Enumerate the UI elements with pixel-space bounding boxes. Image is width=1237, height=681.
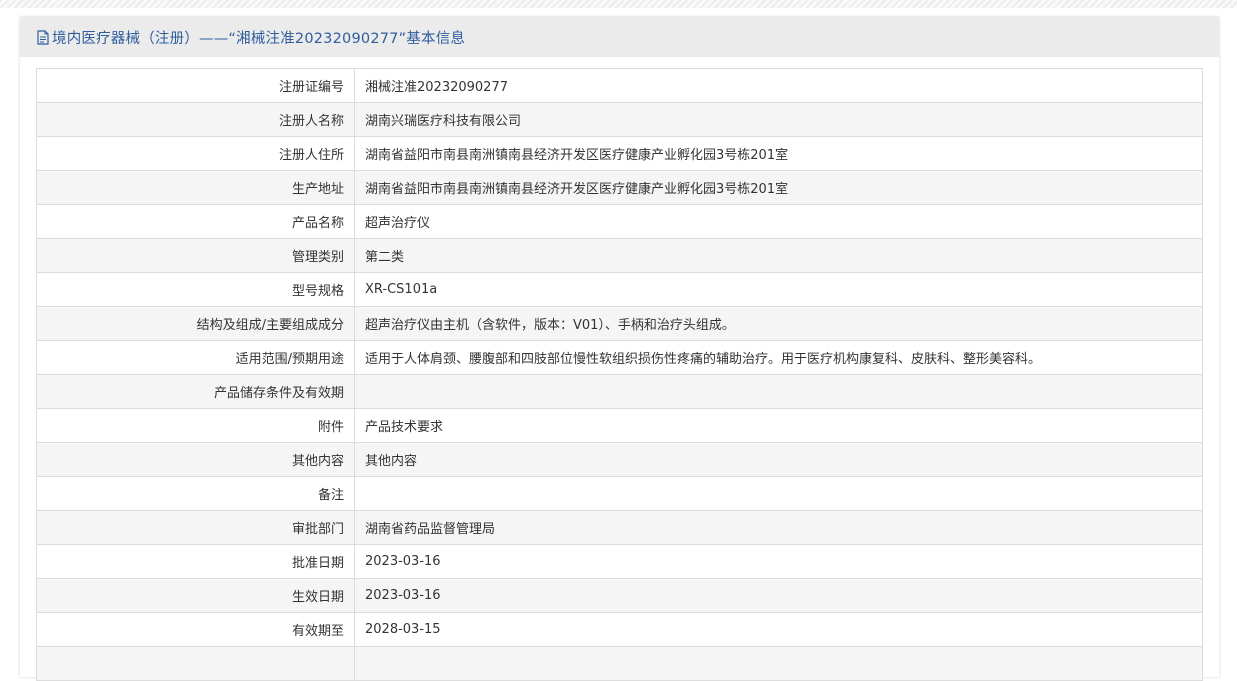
field-label: 生效日期 (36, 578, 355, 613)
table-row (36, 646, 1203, 681)
field-label: 型号规格 (36, 272, 355, 307)
field-label: 附件 (36, 408, 355, 443)
field-label: 适用范围/预期用途 (36, 340, 355, 375)
field-value: 第二类 (354, 238, 1203, 273)
table-row: 批准日期 2023-03-16 (36, 544, 1203, 579)
table-row: 审批部门 湖南省药品监督管理局 (36, 510, 1203, 545)
field-label: 生产地址 (36, 170, 355, 205)
field-value: 适用于人体肩颈、腰腹部和四肢部位慢性软组织损伤性疼痛的辅助治疗。用于医疗机构康复… (354, 340, 1203, 375)
field-value: 2023-03-16 (354, 578, 1203, 613)
page-title: 境内医疗器械（注册）——“湘械注准20232090277”基本信息 (52, 30, 466, 47)
info-panel: 境内医疗器械（注册）——“湘械注准20232090277”基本信息 注册证编号湘… (20, 17, 1219, 681)
table-row: 生效日期 2023-03-16 (36, 578, 1203, 613)
table-row: 注册人住所 湖南省益阳市南县南洲镇南县经济开发区医疗健康产业孵化园3号栋201室 (36, 136, 1203, 171)
field-label (36, 646, 355, 681)
field-label: 结构及组成/主要组成成分 (36, 306, 355, 341)
field-value: 2023-03-16 (354, 544, 1203, 579)
table-row: 产品名称 超声治疗仪 (36, 204, 1203, 239)
document-icon (37, 29, 49, 45)
table-row: 附件 产品技术要求 (36, 408, 1203, 443)
table-row: 注册证编号 湘械注准20232090277 (36, 68, 1203, 103)
field-label: 产品储存条件及有效期 (36, 374, 355, 409)
panel-header: 境内医疗器械（注册）——“湘械注准20232090277”基本信息 (20, 17, 1219, 57)
table-row: 其他内容 其他内容 (36, 442, 1203, 477)
field-value (354, 374, 1203, 409)
table-row: 结构及组成/主要组成成分 超声治疗仪由主机（含软件，版本：V01）、手柄和治疗头组… (36, 306, 1203, 341)
table-row: 适用范围/预期用途 适用于人体肩颈、腰腹部和四肢部位慢性软组织损伤性疼痛的辅助治疗… (36, 340, 1203, 375)
info-table: 注册证编号 湘械注准20232090277 注册人名称 湖南兴瑞医疗科技有限公司 注册人… (36, 68, 1203, 681)
field-value: 超声治疗仪由主机（含软件，版本：V01）、手柄和治疗头组成。 (354, 306, 1203, 341)
field-value: 超声治疗仪 (354, 204, 1203, 239)
field-value (354, 476, 1203, 511)
field-value: 湖南兴瑞医疗科技有限公司 (354, 102, 1203, 137)
table-row: 型号规格 XR-CS101a (36, 272, 1203, 307)
field-value: 湖南省药品监督管理局 (354, 510, 1203, 545)
field-value: 湖南省益阳市南县南洲镇南县经济开发区医疗健康产业孵化园3号栋201室 (354, 136, 1203, 171)
field-value: 湘械注准20232090277 (354, 68, 1203, 103)
field-label: 其他内容 (36, 442, 355, 477)
field-value: 产品技术要求 (354, 408, 1203, 443)
table-row: 管理类别 第二类 (36, 238, 1203, 273)
field-label: 有效期至 (36, 612, 355, 647)
field-value: 湖南省益阳市南县南洲镇南县经济开发区医疗健康产业孵化园3号栋201室 (354, 170, 1203, 205)
field-label: 注册证编号 (36, 68, 355, 103)
field-label: 注册人住所 (36, 136, 355, 171)
field-label: 管理类别 (36, 238, 355, 273)
table-row: 有效期至 2028-03-15 (36, 612, 1203, 647)
field-label: 产品名称 (36, 204, 355, 239)
field-value: 其他内容 (354, 442, 1203, 477)
field-value (354, 646, 1203, 681)
table-row: 产品储存条件及有效期 (36, 374, 1203, 409)
field-value: XR-CS101a (354, 272, 1203, 307)
field-label: 审批部门 (36, 510, 355, 545)
field-label: 注册人名称 (36, 102, 355, 137)
field-value: 2028-03-15 (354, 612, 1203, 647)
table-row: 备注 (36, 476, 1203, 511)
table-row: 生产地址 湖南省益阳市南县南洲镇南县经济开发区医疗健康产业孵化园3号栋201室 (36, 170, 1203, 205)
field-label: 批准日期 (36, 544, 355, 579)
table-row: 注册人名称 湖南兴瑞医疗科技有限公司 (36, 102, 1203, 137)
top-stripe-decoration (0, 0, 1237, 8)
field-label: 备注 (36, 476, 355, 511)
